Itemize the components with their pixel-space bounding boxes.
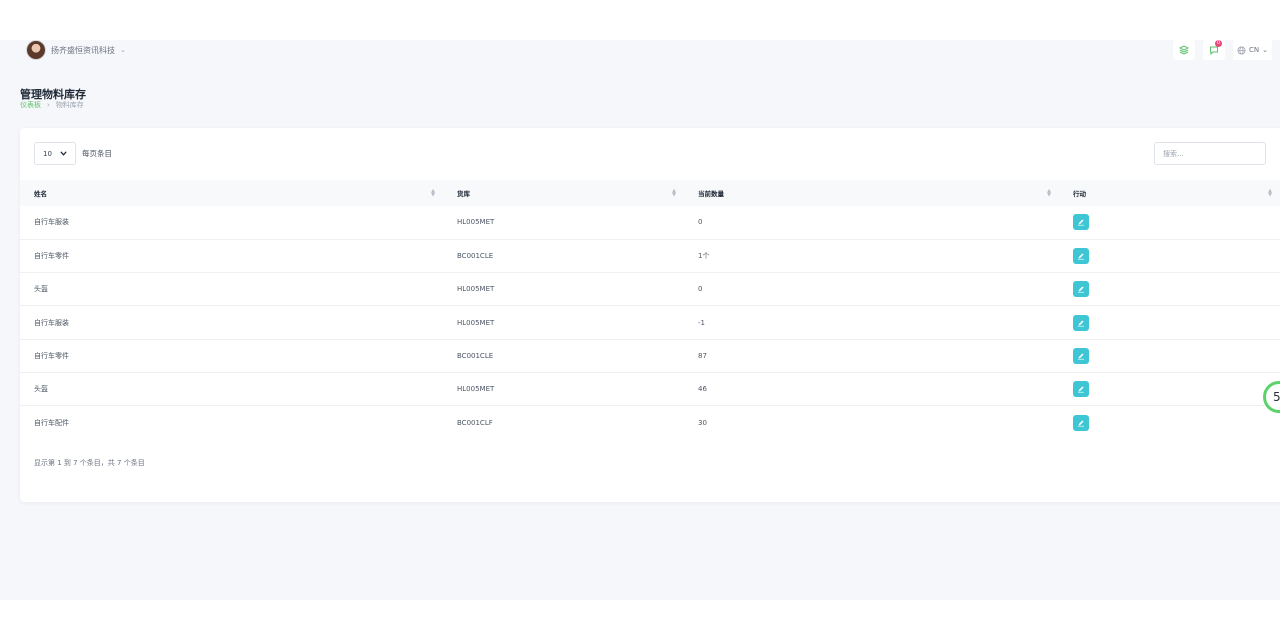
table-row: 自行车服装 HL005MET -1 [20,306,1280,340]
chevron-down-icon: ⌄ [120,46,126,54]
column-header-code[interactable]: 货库 ▲ ▼ [443,180,684,206]
edit-icon [1077,386,1085,393]
company-name: 扬齐盛恒资讯科技 [51,45,115,55]
edit-icon [1077,420,1085,427]
cell-action [1059,239,1280,272]
globe-icon [1237,45,1246,55]
breadcrumb-home[interactable]: 仪表板 [20,100,41,110]
cell-name: 头盔 [34,285,48,294]
breadcrumb-separator-icon: › [47,101,50,109]
language-switcher[interactable]: CN ⌄ [1233,40,1272,60]
edit-button[interactable] [1073,214,1089,231]
cell-name: 自行车服装 [34,318,69,327]
column-header-action[interactable]: 行动 ▲ ▼ [1059,180,1280,206]
table-row: 自行车零件 BC001CLE 1个 [20,239,1280,273]
chevron-down-icon: ⌄ [1262,46,1268,54]
breadcrumb: 仪表板 › 物料库存 [20,100,84,110]
sort-icon: ▲ ▼ [672,188,676,198]
cell-code: HL005MET [457,318,495,327]
table-info: 显示第 1 到 7 个条目，共 7 个条目 [34,459,145,467]
chevron-down-icon [60,151,67,156]
page-length-control: 10 每页条目 [34,142,112,165]
company-switcher[interactable]: 扬齐盛恒资讯科技 ⌄ [26,39,126,61]
cell-qty: 1个 [698,251,710,260]
table-row: 自行车服装 HL005MET 0 [20,206,1280,240]
edit-button[interactable] [1073,314,1089,331]
table-header-row: 姓名 ▲ ▼ 货库 ▲ ▼ 当前数量 ▲ ▼ 行动 ▲ ▼ [20,180,1280,206]
cell-action [1059,406,1280,439]
cell-name: 自行车配件 [34,418,69,427]
header-actions: 0 CN ⌄ [1173,40,1272,60]
breadcrumb-current: 物料库存 [55,101,84,109]
cell-code: BC001CLE [457,351,494,360]
cell-code: HL005MET [457,285,495,294]
cell-code: BC001CLF [457,418,493,427]
page-length-label: 每页条目 [82,149,112,158]
inventory-card: 10 每页条目 姓名▲▼ 货库▲▼ 当前数量▲▼ 行动▲▼ 自行车服装 HL005… [20,128,1280,502]
search-input[interactable] [1154,142,1266,165]
sort-icon: ▲ ▼ [1268,188,1272,198]
table-row: 自行车零件 BC001CLE 87 [20,339,1280,373]
notifications-button[interactable]: 0 [1203,40,1225,60]
table-row: 自行车配件 BC001CLF 30 [20,406,1280,439]
edit-icon [1077,219,1085,226]
inventory-table: 姓名 ▲ ▼ 货库 ▲ ▼ 当前数量 ▲ ▼ 行动 ▲ ▼ 自行车服装 HL005MET 0 自行车零… [20,180,1280,439]
avatar [26,40,46,60]
sort-icon: ▲ ▼ [431,188,435,198]
column-header-qty[interactable]: 当前数量 ▲ ▼ [684,180,1059,206]
cell-code: HL005MET [457,385,495,394]
cell-action [1059,306,1280,339]
table-row: 头盔 HL005MET 0 [20,273,1280,306]
edit-icon [1077,353,1085,360]
edit-button[interactable] [1073,381,1089,398]
layers-icon [1179,45,1189,55]
cell-qty: -1 [698,318,705,327]
language-label: CN [1249,46,1260,54]
column-header-name[interactable]: 姓名 ▲ ▼ [20,180,443,206]
edit-icon [1077,319,1085,327]
cell-code: BC001CLE [457,251,494,260]
cell-action [1059,273,1280,306]
cell-name: 自行车服装 [34,218,69,227]
cell-qty: 46 [698,385,707,394]
cell-code: HL005MET [457,218,495,227]
cell-qty: 0 [698,218,703,227]
cell-name: 头盔 [34,385,48,394]
edit-icon [1077,286,1085,293]
edit-button[interactable] [1073,414,1089,431]
cell-qty: 87 [698,351,707,360]
edit-button[interactable] [1073,281,1089,298]
cell-name: 自行车零件 [34,251,69,260]
layers-button[interactable] [1173,40,1195,60]
page-length-select[interactable]: 10 [34,142,76,165]
edit-icon [1077,253,1085,260]
cell-name: 自行车零件 [34,351,69,360]
edit-button[interactable] [1073,247,1089,264]
cell-action [1059,372,1280,405]
cell-qty: 30 [698,418,707,427]
notification-badge: 0 [1215,40,1222,47]
table-row: 头盔 HL005MET 46 [20,372,1280,406]
cell-qty: 0 [698,285,703,294]
sort-icon: ▲ ▼ [1047,188,1051,198]
page-length-value: 10 [43,149,52,158]
edit-button[interactable] [1073,347,1089,364]
cell-action [1059,206,1280,239]
cell-action [1059,339,1280,372]
